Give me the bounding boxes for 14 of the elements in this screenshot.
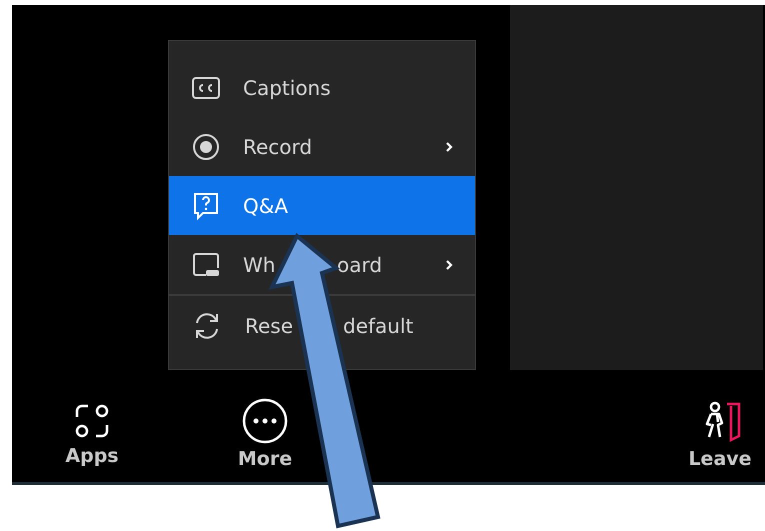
- toolbar-button[interactable]: More: [225, 398, 305, 470]
- question-bubble-icon: [191, 190, 221, 220]
- captions-icon: [191, 74, 221, 100]
- toolbar-button[interactable]: Apps: [52, 400, 132, 466]
- menu-item[interactable]: Record: [169, 117, 475, 176]
- menu-item[interactable]: Wh oard: [169, 235, 475, 294]
- chevron-right-icon: [445, 258, 453, 270]
- toolbar-button[interactable]: Leave: [678, 398, 762, 470]
- whiteboard-icon: [191, 250, 221, 278]
- record-icon: [191, 132, 221, 162]
- more-icon: [242, 398, 288, 444]
- menu-item[interactable]: Q&A: [169, 176, 475, 235]
- menu-item[interactable]: Captions: [169, 58, 475, 117]
- chevron-right-icon: [445, 140, 453, 152]
